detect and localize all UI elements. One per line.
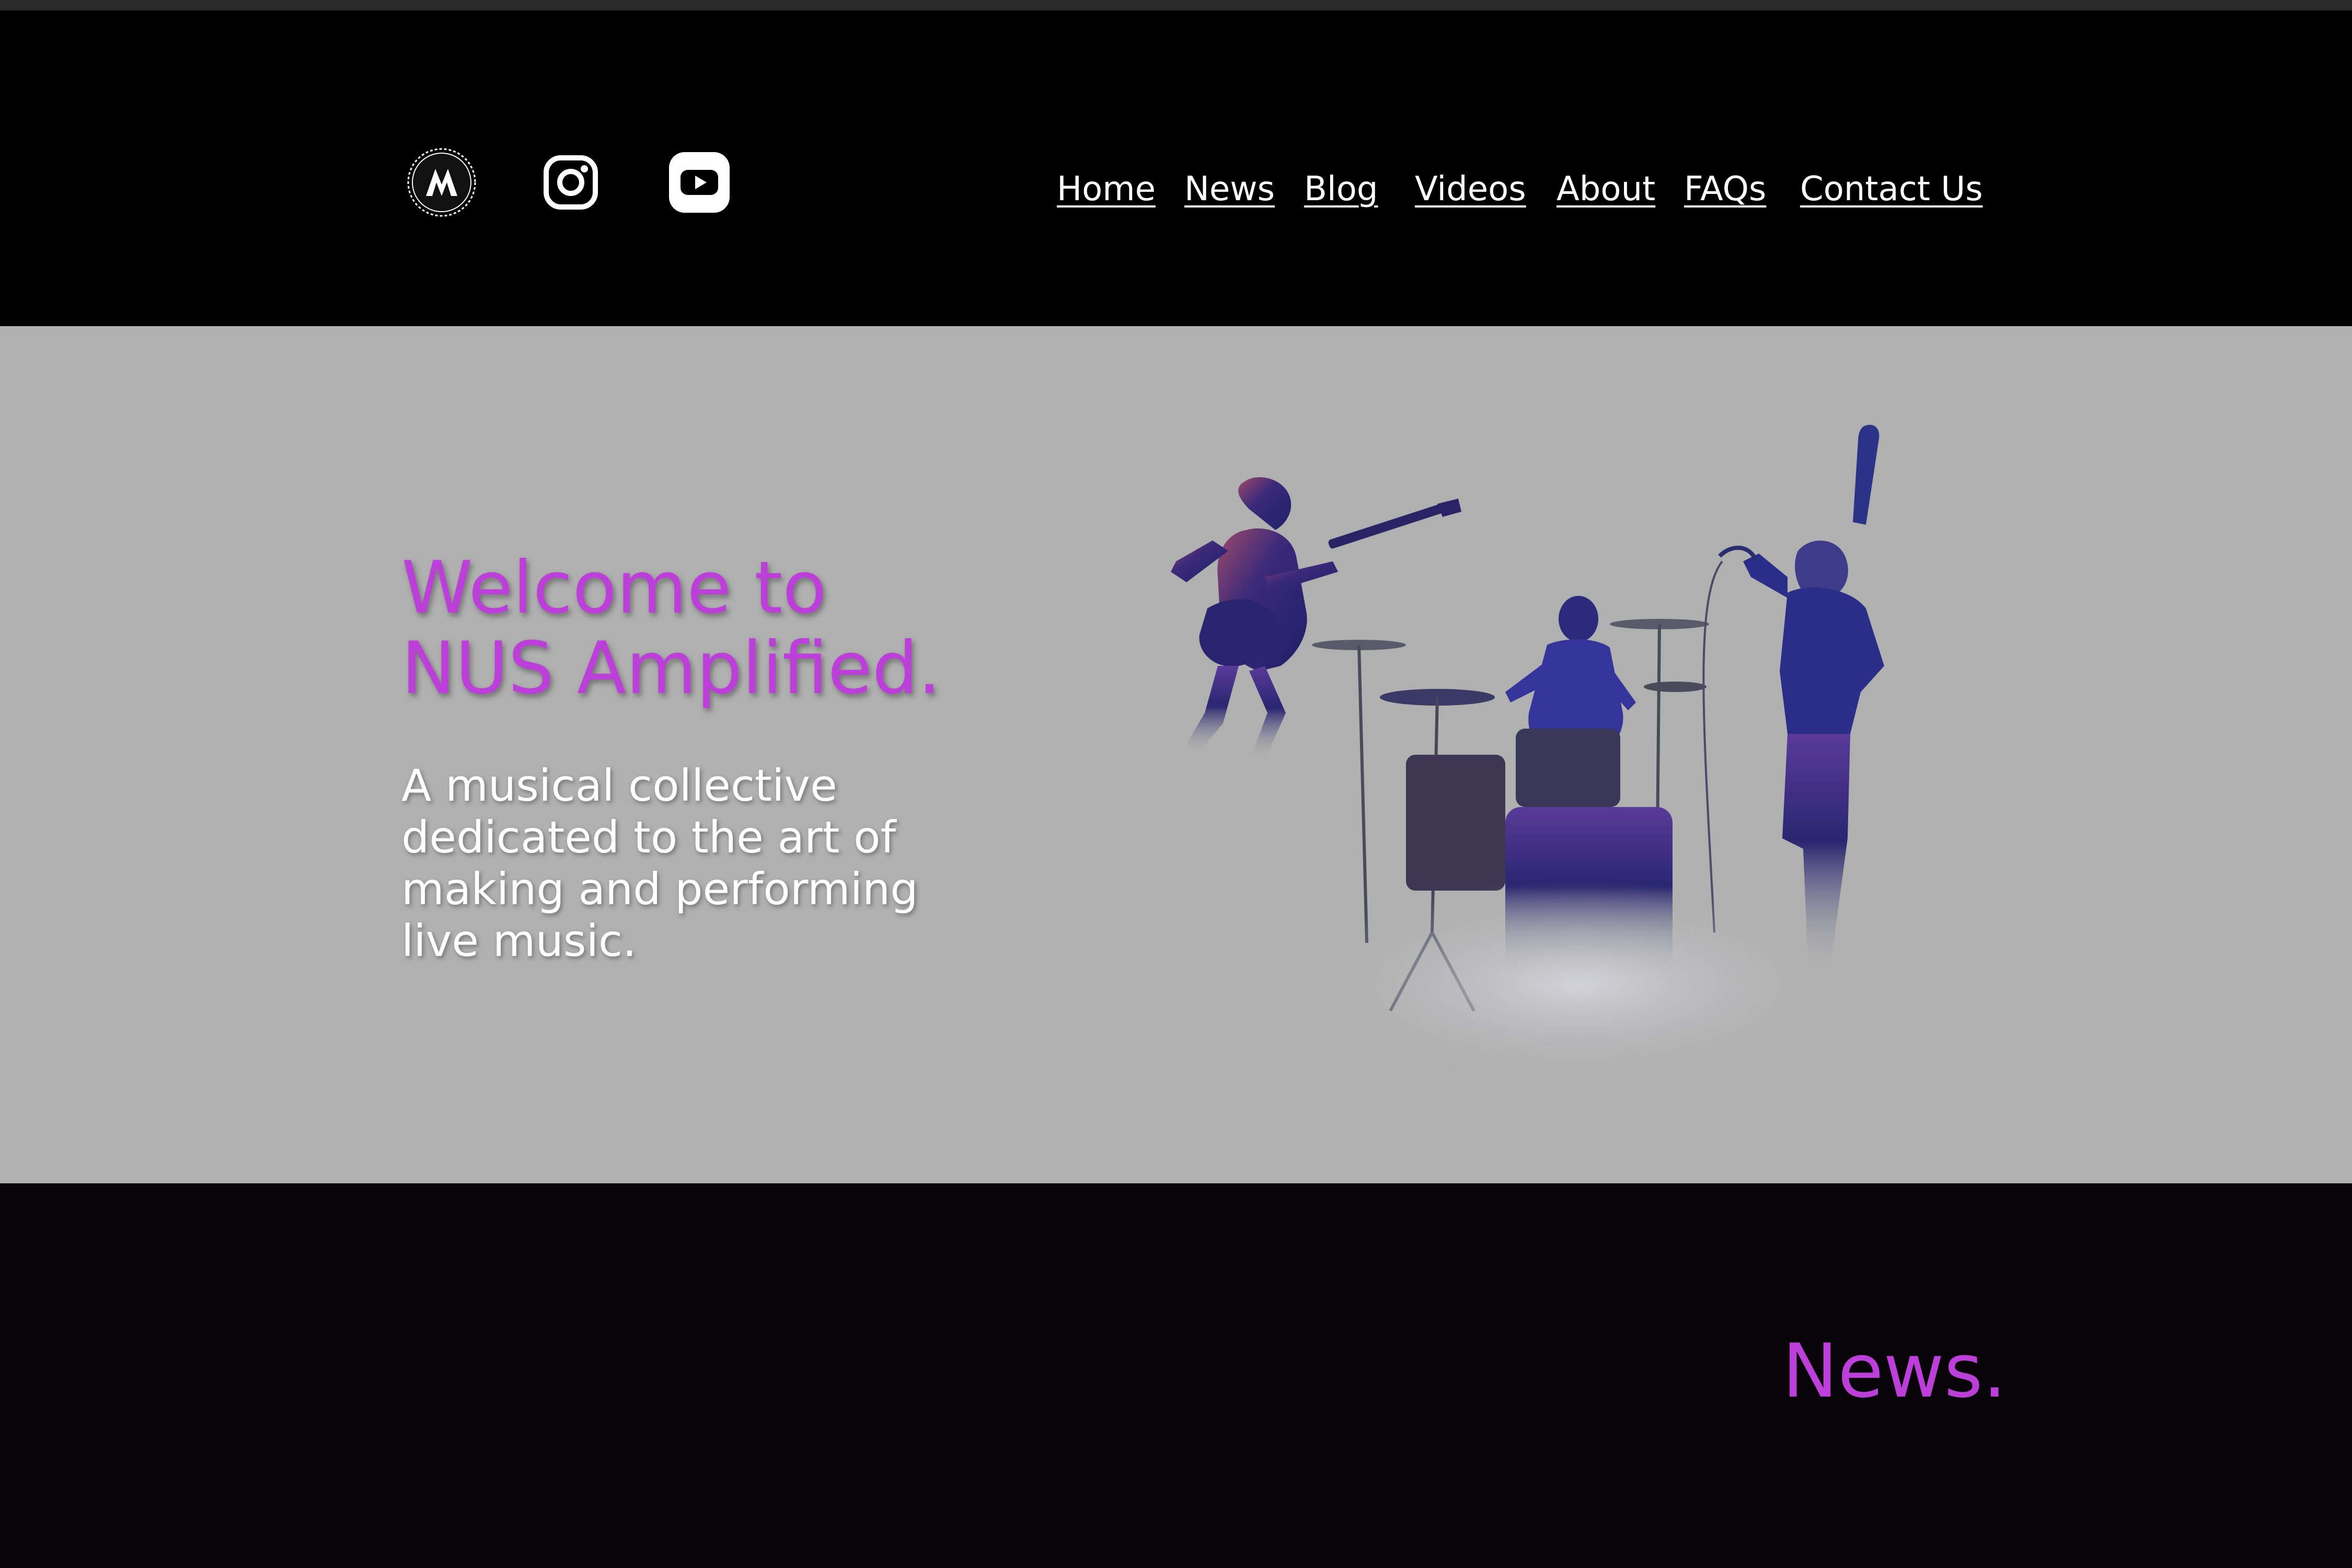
band-silhouette-image xyxy=(1171,424,1884,1089)
hero-section: Welcome to NUS Amplified. A musical coll… xyxy=(0,326,2352,1183)
stage-fog xyxy=(1286,880,1871,1089)
instagram-link[interactable] xyxy=(534,146,607,219)
youtube-icon xyxy=(669,152,730,213)
nav-link-faqs[interactable]: FAQs xyxy=(1684,170,1766,209)
nav-link-contact-us[interactable]: Contact Us xyxy=(1800,170,1983,209)
youtube-link[interactable] xyxy=(663,146,736,219)
guitarist-figure xyxy=(1171,477,1461,760)
news-section: News. xyxy=(0,1183,2352,1568)
nav-link-home[interactable]: Home xyxy=(1057,170,1156,209)
site-header: Home News Blog Videos About FAQs Contact… xyxy=(0,10,2352,326)
amplified-logo-icon xyxy=(407,148,476,217)
amplified-logo-link[interactable] xyxy=(405,146,478,219)
hero-title-line-1: Welcome to xyxy=(401,546,827,630)
hero-title-line-2: NUS Amplified. xyxy=(401,626,941,710)
nav-link-videos[interactable]: Videos xyxy=(1415,170,1526,209)
nav-link-news[interactable]: News xyxy=(1184,170,1275,209)
nav-link-blog[interactable]: Blog xyxy=(1304,170,1378,209)
window-top-strip xyxy=(0,0,2352,10)
news-heading: News. xyxy=(1782,1328,2007,1414)
nav-link-about[interactable]: About xyxy=(1557,170,1655,209)
hero-title: Welcome to NUS Amplified. xyxy=(401,548,941,709)
hero-subtitle: A musical collective dedicated to the ar… xyxy=(401,760,918,966)
instagram-icon xyxy=(544,155,598,210)
singer-figure xyxy=(1702,424,1884,974)
